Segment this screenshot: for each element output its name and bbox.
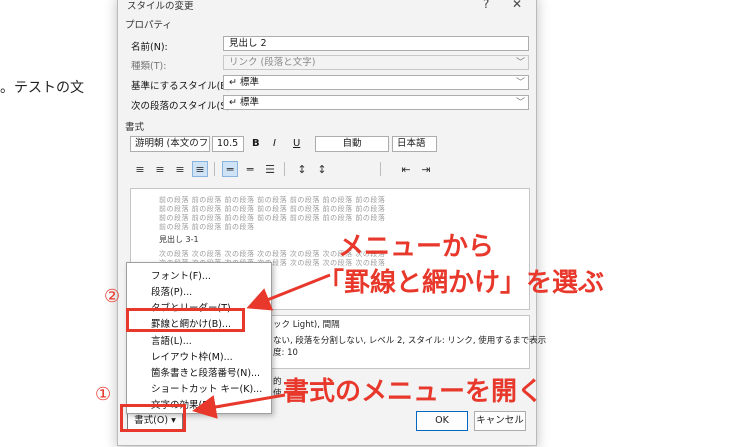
highlight-format-button xyxy=(120,404,186,432)
ok-button[interactable]: OK xyxy=(416,411,468,431)
next-style-value: ↵ 標準 xyxy=(229,97,259,108)
alignment-toolbar: ≡ ≡ ≡ ≡ ═ ═ ☰ ↕ ↕ ⇤ ⇥ xyxy=(130,161,530,177)
chevron-down-icon: ﹀ xyxy=(515,78,525,88)
language-select[interactable]: 日本語 xyxy=(392,136,437,152)
callout-menu-line2: 「罫線と網かけ」を選ぶ xyxy=(318,268,605,298)
next-style-select[interactable]: ↵ 標準 ﹀ xyxy=(223,95,529,110)
next-style-label: 次の段落のスタイル(S): xyxy=(131,101,234,112)
line-spacing-double-icon[interactable]: ☰ xyxy=(262,161,278,177)
size-value: 10.5 xyxy=(217,138,239,149)
step-1-marker: ① xyxy=(95,384,112,405)
align-right-icon[interactable]: ≡ xyxy=(172,161,188,177)
name-label: 名前(N): xyxy=(131,42,168,53)
preview-heading: 見出し 3-1 xyxy=(159,235,199,244)
italic-button[interactable]: I xyxy=(273,138,276,149)
base-style-value: ↵ 標準 xyxy=(229,77,259,88)
cancel-button[interactable]: キャンセル xyxy=(474,411,526,431)
option-text: 的 xyxy=(273,377,282,387)
close-icon[interactable]: ✕ xyxy=(512,0,522,11)
color-value: 自動 xyxy=(342,138,362,149)
options-area: 的 使 xyxy=(273,375,282,399)
chevron-down-icon: ﹀ xyxy=(515,98,525,108)
format-section-label: 書式 xyxy=(125,122,145,133)
menu-item-language[interactable]: 言語(L)... xyxy=(151,333,192,347)
option-text: 使 xyxy=(273,389,282,399)
highlight-borders-item xyxy=(126,308,245,332)
menu-item-shortcut[interactable]: ショートカット キー(K)... xyxy=(151,381,262,395)
toolbar-divider xyxy=(380,162,381,176)
description-line: ない, 段落を分割しない, レベル 2, スタイル: リンク, 使用するまで表示 xyxy=(273,336,547,346)
menu-item-numbering[interactable]: 箇条書きと段落番号(N)... xyxy=(151,365,260,379)
callout-menu-line1: メニューから xyxy=(338,232,495,262)
color-select[interactable]: 自動 xyxy=(315,136,389,152)
increase-indent-icon[interactable]: ⇥ xyxy=(418,161,434,177)
step-2-marker: ② xyxy=(104,286,121,307)
menu-item-paragraph[interactable]: 段落(P)... xyxy=(151,284,192,298)
base-style-select[interactable]: ↵ 標準 ﹀ xyxy=(223,75,529,90)
size-select[interactable]: 10.5 xyxy=(212,136,244,152)
space-before-icon[interactable]: ↕ xyxy=(294,161,310,177)
description-line: 度: 10 xyxy=(273,348,298,358)
preview-prev-line: 前の段落 前の段落 前の段落 xyxy=(159,223,255,231)
line-spacing-single-icon[interactable]: ═ xyxy=(222,161,238,177)
base-style-label: 基準にするスタイル(B): xyxy=(131,81,234,92)
toolbar-divider xyxy=(284,162,285,176)
space-after-icon[interactable]: ↕ xyxy=(314,161,330,177)
menu-item-frame[interactable]: レイアウト枠(M)... xyxy=(151,349,233,363)
dialog-title: スタイルの変更 xyxy=(127,1,194,12)
type-value: リンク (段落と文字) xyxy=(229,57,316,68)
language-value: 日本語 xyxy=(397,138,426,149)
chevron-down-icon: ﹀ xyxy=(515,58,525,68)
font-value: 游明朝 (本文のフ xyxy=(135,138,209,149)
bold-button[interactable]: B xyxy=(252,138,260,149)
help-icon[interactable]: ? xyxy=(483,0,489,11)
align-left-icon[interactable]: ≡ xyxy=(132,161,148,177)
decrease-indent-icon[interactable]: ⇤ xyxy=(398,161,414,177)
font-select[interactable]: 游明朝 (本文のフ xyxy=(130,136,210,152)
callout-open-menu: 書式のメニューを開く xyxy=(283,377,544,407)
properties-section-label: プロパティ xyxy=(125,20,172,31)
document-text: 。テストの文 xyxy=(0,80,84,96)
format-dropdown-menu: フォント(F)... 段落(P)... タブとリーダー(T)... 罫線と網かけ… xyxy=(126,262,272,414)
align-justify-icon[interactable]: ≡ xyxy=(192,161,208,177)
description-line: ック Light), 間隔 xyxy=(273,320,340,330)
name-input[interactable]: 見出し 2 xyxy=(223,36,529,51)
menu-item-font[interactable]: フォント(F)... xyxy=(151,268,211,282)
underline-button[interactable]: U xyxy=(293,138,300,149)
align-center-icon[interactable]: ≡ xyxy=(152,161,168,177)
type-label: 種類(T): xyxy=(131,61,167,72)
type-select: リンク (段落と文字) ﹀ xyxy=(223,55,529,70)
dialog-titlebar: スタイルの変更 ? ✕ xyxy=(118,0,536,13)
toolbar-divider xyxy=(214,162,215,176)
line-spacing-15-icon[interactable]: ═ xyxy=(242,161,258,177)
